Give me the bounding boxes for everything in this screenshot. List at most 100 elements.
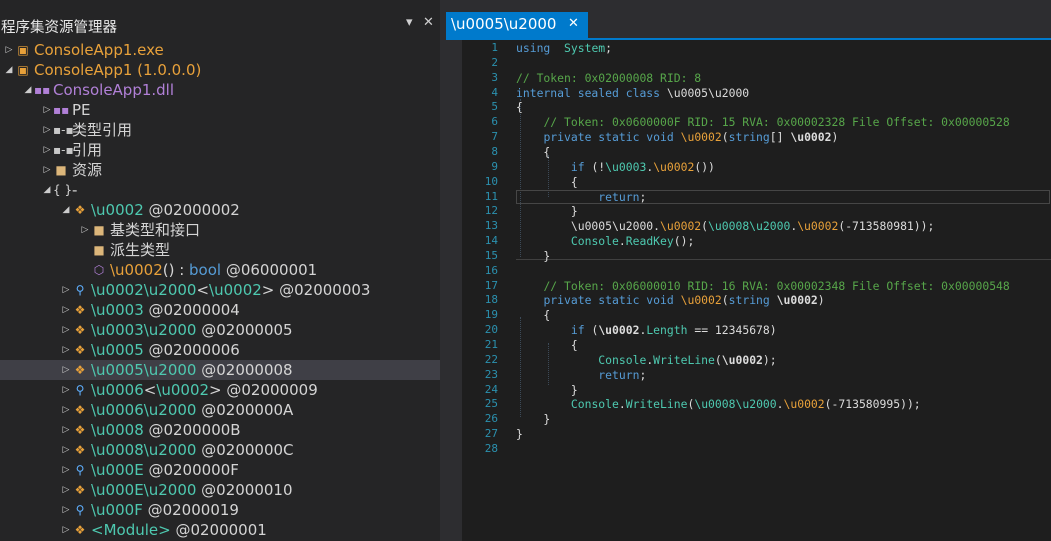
tree-node[interactable]: ▷ ▪▪ PE xyxy=(0,100,440,120)
expand-arrow-icon[interactable]: ▷ xyxy=(42,140,52,160)
line-number: 22 xyxy=(484,352,498,366)
collapse-arrow-icon[interactable]: ◢ xyxy=(61,200,71,220)
code-line: { xyxy=(516,308,551,323)
line-number: 5 xyxy=(491,100,498,114)
tree-node[interactable]: ▷ ⚲ \u000F @02000019 xyxy=(0,500,440,520)
expand-arrow-icon[interactable]: ▷ xyxy=(61,400,71,420)
expand-arrow-icon[interactable]: ▷ xyxy=(4,40,14,60)
line-number: 17 xyxy=(484,278,498,292)
code-line: } xyxy=(516,248,551,263)
tree-node[interactable]: ▷ ❖ \u0008\u2000 @0200000C xyxy=(0,440,440,460)
line-number: 21 xyxy=(484,338,498,351)
tree-node[interactable]: ◢{ } - xyxy=(0,180,440,200)
line-number: 26 xyxy=(484,412,498,426)
class-generic-icon: ⚲ xyxy=(75,503,85,517)
tree-node[interactable]: ▷ ❖ \u0005 @02000006 xyxy=(0,340,440,360)
assembly-icon: ▣ xyxy=(17,63,29,77)
expand-arrow-icon[interactable]: ▷ xyxy=(61,300,71,320)
code-line: { xyxy=(516,100,523,115)
tab-close-icon[interactable]: ✕ xyxy=(568,16,579,31)
expand-arrow-icon[interactable]: ▷ xyxy=(80,220,90,240)
tree-node[interactable]: ◢ ▣ ConsoleApp1 (1.0.0.0) xyxy=(0,60,440,80)
expand-arrow-icon[interactable]: ▷ xyxy=(61,320,71,340)
class-icon: ❖ xyxy=(74,203,86,217)
tree-node[interactable]: ▷ ❖ \u0006\u2000 @0200000A xyxy=(0,400,440,420)
tree-node[interactable]: ▷ ❖ \u0005\u2000 @02000008 xyxy=(0,360,440,380)
tree-node[interactable]: ▷ ▪-▪ 类型引用 xyxy=(0,120,440,140)
tree-node-label: - xyxy=(72,181,78,199)
expand-arrow-icon[interactable]: ▷ xyxy=(42,120,52,140)
expand-arrow-icon[interactable]: ▷ xyxy=(61,480,71,500)
class-icon: ❖ xyxy=(74,403,86,417)
class-icon: ❖ xyxy=(74,323,86,337)
expand-arrow-icon[interactable]: ▷ xyxy=(61,440,71,460)
line-number: 24 xyxy=(484,382,498,396)
tree-node[interactable]: ▷ ⚲ \u000E @0200000F xyxy=(0,460,440,480)
collapse-arrow-icon[interactable]: ◢ xyxy=(42,180,52,200)
code-line: } xyxy=(516,382,578,397)
line-number: 3 xyxy=(491,70,498,84)
tree-node[interactable]: ▷ ■ 基类型和接口 xyxy=(0,220,440,240)
tree-node[interactable]: ⬡ \u0002() : bool @06000001 xyxy=(0,260,440,280)
tree-node-label: <Module> @02000001 xyxy=(91,521,267,539)
panel-menu-icon[interactable]: ▾ xyxy=(406,15,413,30)
tree-node[interactable]: ▷ ⚲ \u0002\u2000<\u0002> @02000003 xyxy=(0,280,440,300)
expand-arrow-icon[interactable]: ▷ xyxy=(42,160,52,180)
panel-close-icon[interactable]: ✕ xyxy=(423,15,434,30)
line-number: 27 xyxy=(484,427,498,441)
class-icon: ❖ xyxy=(74,343,86,357)
expand-arrow-icon[interactable]: ▷ xyxy=(61,520,71,540)
tree-node[interactable]: ▷ ■ 资源 xyxy=(0,160,440,180)
tree-node[interactable]: ▷ ❖ \u0003\u2000 @02000005 xyxy=(0,320,440,340)
code-line: \u0005\u2000.\u0002(\u0008\u2000.\u0002(… xyxy=(516,219,935,234)
code-line: { xyxy=(516,174,578,189)
tree-node-label: \u000F @02000019 xyxy=(91,501,239,519)
collapse-arrow-icon[interactable]: ◢ xyxy=(23,80,33,100)
expand-arrow-icon[interactable]: ▷ xyxy=(61,360,71,380)
tree-node[interactable]: ▷ ❖ \u000E\u2000 @02000010 xyxy=(0,480,440,500)
tree-node[interactable]: ▷ ❖ <Module> @02000001 xyxy=(0,520,440,540)
tree-node[interactable]: ▷ ▣ ConsoleApp1.exe xyxy=(0,40,440,60)
line-number: 28 xyxy=(484,441,498,455)
tree-node[interactable]: ▷ ⚲ \u0006<\u0002> @02000009 xyxy=(0,380,440,400)
folder-icon: ■ xyxy=(55,163,67,177)
tree-node[interactable]: ▷ ❖ \u0003 @02000004 xyxy=(0,300,440,320)
code-line: { xyxy=(516,338,578,352)
expand-arrow-icon[interactable]: ▷ xyxy=(42,100,52,120)
line-number: 7 xyxy=(491,130,498,144)
code-line: Console.ReadKey(); xyxy=(570,234,695,249)
tree-node[interactable]: ▷ ❖ \u0008 @0200000B xyxy=(0,420,440,440)
assembly-explorer-panel: 程序集资源管理器 ▾ ✕ ▷ ▣ ConsoleApp1.exe ◢ ▣ ConsoleA… xyxy=(0,0,440,541)
collapse-arrow-icon[interactable]: ◢ xyxy=(4,60,14,80)
code-line: private static void \u0002(string \u0002… xyxy=(543,293,825,308)
expand-arrow-icon[interactable]: ▷ xyxy=(61,420,71,440)
expand-arrow-icon[interactable]: ▷ xyxy=(61,280,71,300)
line-number: 12 xyxy=(484,204,498,218)
class-icon: ❖ xyxy=(74,483,86,497)
references-icon: ▪-▪ xyxy=(53,143,74,157)
tree-node[interactable]: ◢ ▪▪ ConsoleApp1.dll xyxy=(0,80,440,100)
tree-node-label: \u0002 @02000002 xyxy=(91,201,240,219)
expand-arrow-icon[interactable]: ▷ xyxy=(61,380,71,400)
class-generic-icon: ⚲ xyxy=(75,283,85,297)
expand-arrow-icon[interactable]: ▷ xyxy=(61,340,71,360)
expand-arrow-icon[interactable]: ▷ xyxy=(61,460,71,480)
expand-arrow-icon[interactable]: ▷ xyxy=(61,500,71,520)
method-separator xyxy=(516,259,1051,260)
exe-icon: ▣ xyxy=(17,43,29,57)
tree-node[interactable]: ▷ ▪-▪ 引用 xyxy=(0,140,440,160)
tree-node[interactable]: ◢ ❖ \u0002 @02000002 xyxy=(0,200,440,220)
tree-node[interactable]: ■ 派生类型 xyxy=(0,240,440,260)
tab-u0005-u2000[interactable]: \u0005\u2000 ✕ xyxy=(446,12,588,38)
module-icon: ▪▪ xyxy=(34,83,51,97)
code-line: internal sealed class \u0005\u2000 xyxy=(516,85,750,100)
code-view[interactable]: 1 using System; 2 3 // Token: 0x02000008 RID… xyxy=(446,40,1051,541)
tree-node-label: \u0006<\u0002> @02000009 xyxy=(91,381,318,399)
tree-node-label: ConsoleApp1.exe xyxy=(34,41,164,59)
line-number: 10 xyxy=(484,174,498,188)
line-number: 1 xyxy=(491,41,498,54)
code-line: { xyxy=(516,144,551,159)
tree-node-label: ConsoleApp1 (1.0.0.0) xyxy=(34,61,202,79)
line-number: 9 xyxy=(491,159,498,173)
line-number: 18 xyxy=(484,293,498,307)
